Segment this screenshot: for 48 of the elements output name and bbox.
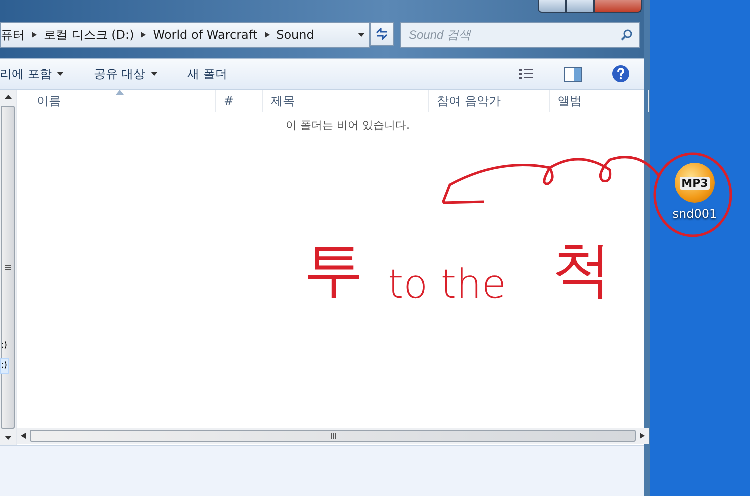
grip-icon bbox=[330, 433, 336, 439]
caret-icon bbox=[150, 70, 158, 78]
search-input[interactable]: Sound 검색 bbox=[407, 27, 621, 43]
preview-pane-icon[interactable] bbox=[564, 66, 582, 82]
desktop-icon-label[interactable]: snd001 bbox=[672, 207, 718, 221]
breadcrumb[interactable]: 로컬 디스크 (D:) bbox=[44, 26, 134, 44]
maximize-button[interactable] bbox=[566, 0, 594, 13]
breadcrumb[interactable]: World of Warcraft bbox=[153, 28, 258, 42]
handwritten-annotation: to the bbox=[388, 262, 507, 308]
nav-item[interactable]: :) bbox=[0, 338, 9, 354]
caret-icon bbox=[56, 70, 64, 78]
search-field[interactable]: Sound 검색 bbox=[400, 22, 640, 48]
close-button[interactable] bbox=[594, 0, 642, 13]
column-header[interactable]: 앨범 bbox=[550, 90, 649, 112]
minimize-button[interactable] bbox=[538, 0, 566, 13]
mp3-file-icon[interactable]: MP3 bbox=[675, 163, 715, 203]
column-header[interactable]: # bbox=[216, 90, 263, 112]
scroll-arrow-icon[interactable] bbox=[4, 434, 12, 442]
breadcrumb[interactable]: Sound bbox=[276, 28, 314, 42]
refresh-button[interactable] bbox=[370, 22, 394, 46]
grip-icon bbox=[5, 265, 11, 270]
empty-folder-message: 이 폴더는 비어 있습니다. bbox=[286, 118, 410, 133]
address-bar[interactable]: 퓨터 로컬 디스크 (D:) World of Warcraft Sound bbox=[0, 22, 370, 48]
scroll-arrow-icon[interactable] bbox=[4, 93, 12, 101]
toolbar-button[interactable]: 새 폴더 bbox=[188, 66, 228, 82]
column-header[interactable]: 이름 bbox=[17, 90, 216, 112]
help-icon[interactable] bbox=[612, 65, 630, 83]
scrollbar-thumb[interactable] bbox=[30, 430, 636, 442]
scrollbar-thumb[interactable] bbox=[1, 106, 15, 429]
chevron-icon bbox=[31, 31, 38, 39]
toolbar-button[interactable]: 공유 대상 bbox=[94, 66, 158, 82]
refresh-icon bbox=[375, 28, 389, 40]
column-header[interactable]: 제목 bbox=[263, 90, 429, 112]
horizontal-scrollbar[interactable] bbox=[17, 428, 649, 444]
breadcrumb[interactable]: 퓨터 bbox=[1, 26, 25, 44]
caret-icon bbox=[358, 31, 365, 39]
handwritten-annotation: 투 bbox=[304, 234, 364, 307]
view-list-icon[interactable] bbox=[518, 68, 534, 80]
chevron-icon bbox=[264, 31, 271, 39]
scroll-arrow-icon[interactable] bbox=[639, 432, 646, 440]
nav-item[interactable]: :) bbox=[0, 358, 9, 374]
handwritten-annotation: 척 bbox=[552, 234, 612, 307]
search-icon bbox=[621, 29, 633, 41]
toolbar-button[interactable]: 리에 포함 bbox=[0, 66, 64, 82]
scroll-arrow-icon[interactable] bbox=[20, 432, 27, 440]
chevron-icon bbox=[140, 31, 148, 39]
column-header[interactable]: 참여 음악가 bbox=[429, 90, 550, 112]
vertical-scrollbar[interactable] bbox=[0, 90, 16, 445]
